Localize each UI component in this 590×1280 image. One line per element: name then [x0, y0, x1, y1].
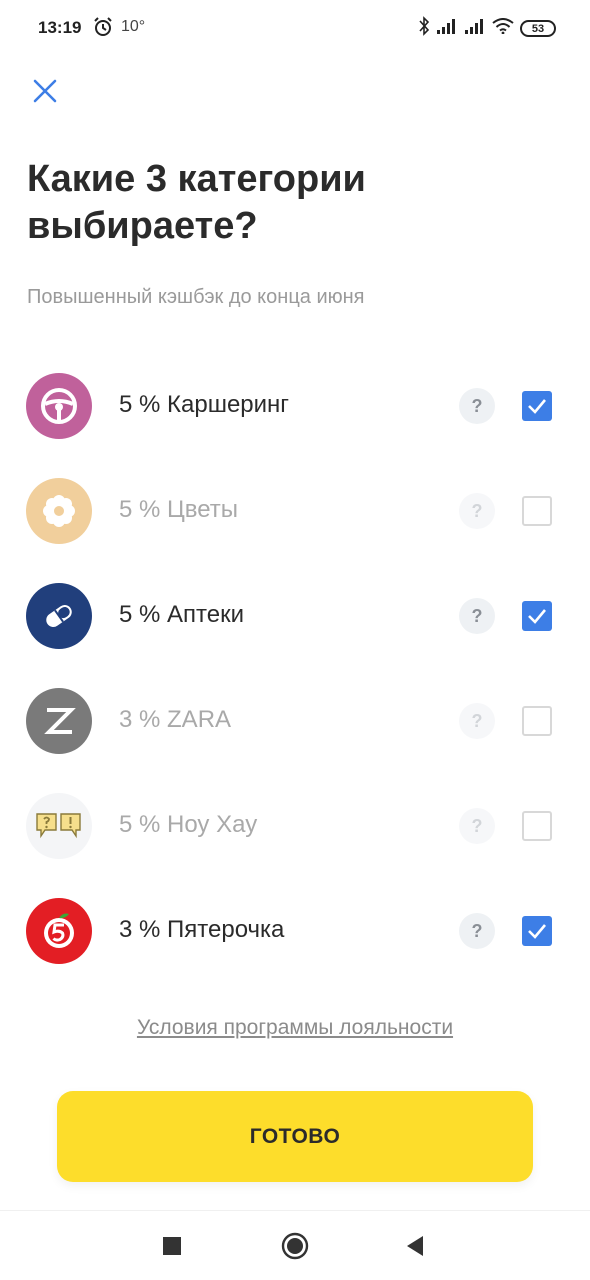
category-checkbox[interactable] [522, 916, 552, 946]
battery-icon: 53 [520, 20, 556, 37]
category-checkbox[interactable] [522, 601, 552, 631]
speech-bubbles-icon [26, 793, 92, 859]
recents-square-icon [163, 1237, 181, 1255]
bluetooth-icon [418, 16, 430, 41]
done-button[interactable]: ГОТОВО [57, 1091, 533, 1182]
category-row-know-how[interactable]: 5 % Ноу Хау ? [26, 791, 566, 861]
help-button[interactable]: ? [459, 493, 495, 529]
page-title: Какие 3 категории выбираете? [27, 158, 366, 247]
status-icons: 53 [418, 16, 556, 41]
checkmark-icon [528, 609, 546, 624]
help-button[interactable]: ? [459, 598, 495, 634]
category-checkbox[interactable] [522, 706, 552, 736]
category-label: 3 % ZARA [119, 706, 232, 733]
checkmark-icon [528, 399, 546, 414]
status-bar: 13:19 10° 53 [0, 0, 590, 56]
category-label: 3 % Пятерочка [119, 916, 285, 943]
loyalty-terms-link[interactable]: Условия программы лояльности [0, 1016, 590, 1040]
back-triangle-icon [407, 1236, 423, 1256]
checkmark-icon [528, 924, 546, 939]
category-row-carsharing[interactable]: 5 % Каршеринг ? [26, 371, 566, 441]
pyaterochka-logo-icon [26, 898, 92, 964]
alarm-icon [92, 16, 114, 43]
help-button[interactable]: ? [459, 703, 495, 739]
category-checkbox[interactable] [522, 811, 552, 841]
category-row-zara[interactable]: 3 % ZARA ? [26, 686, 566, 756]
status-temperature: 10° [121, 18, 146, 35]
zara-logo-icon [26, 688, 92, 754]
category-label: 5 % Ноу Хау [119, 811, 258, 838]
close-button[interactable] [28, 74, 62, 108]
wifi-icon [492, 18, 514, 39]
category-label: 5 % Каршеринг [119, 391, 290, 418]
system-nav-bar [0, 1210, 590, 1280]
signal-icon [436, 18, 458, 39]
home-circle-icon [281, 1232, 309, 1260]
close-icon [33, 79, 57, 103]
category-row-pyaterochka[interactable]: 3 % Пятерочка ? [26, 896, 566, 966]
steering-wheel-icon [26, 373, 92, 439]
home-button[interactable] [280, 1231, 310, 1261]
category-checkbox[interactable] [522, 391, 552, 421]
flower-icon [26, 478, 92, 544]
category-label: 5 % Аптеки [119, 601, 245, 628]
category-checkbox[interactable] [522, 496, 552, 526]
help-button[interactable]: ? [459, 913, 495, 949]
category-label: 5 % Цветы [119, 496, 239, 523]
signal-icon [464, 18, 486, 39]
help-button[interactable]: ? [459, 388, 495, 424]
status-time: 13:19 [38, 18, 82, 37]
back-button[interactable] [400, 1231, 430, 1261]
help-button[interactable]: ? [459, 808, 495, 844]
pill-icon [26, 583, 92, 649]
page-subtitle: Повышенный кэшбэк до конца июня [27, 286, 365, 308]
category-row-flowers[interactable]: 5 % Цветы ? [26, 476, 566, 546]
recents-button[interactable] [157, 1231, 187, 1261]
category-row-pharmacy[interactable]: 5 % Аптеки ? [26, 581, 566, 651]
